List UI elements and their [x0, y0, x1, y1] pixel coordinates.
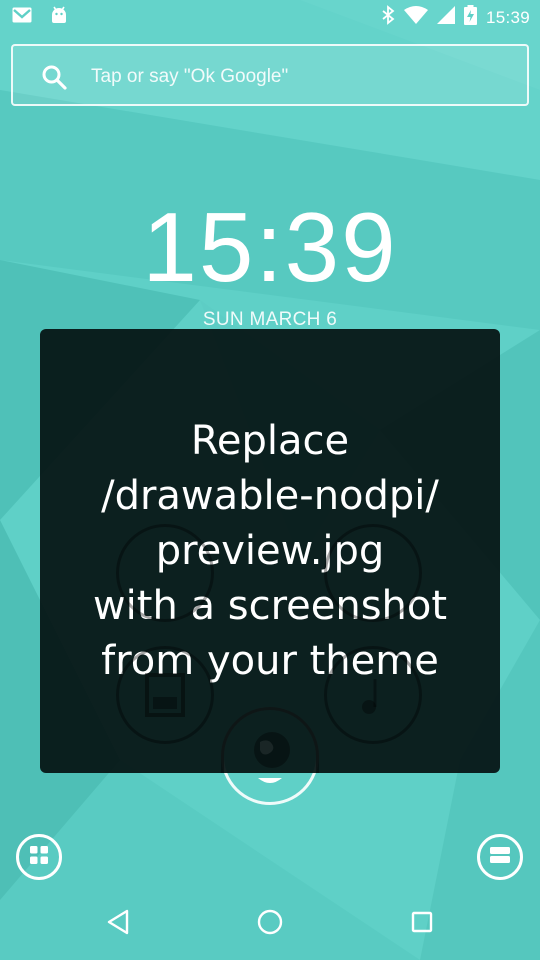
status-bar: 15:39: [0, 0, 540, 33]
android-icon: [50, 6, 68, 29]
lockscreen-date: SUN MARCH 6: [202, 309, 338, 330]
back-icon: [106, 909, 130, 940]
search-placeholder: Tap or say "Ok Google": [91, 66, 289, 87]
music-bubble[interactable]: [324, 646, 422, 744]
battery-charging-icon: [463, 5, 477, 30]
globe-icon-bottom: [256, 773, 284, 791]
gmail-icon: [12, 7, 32, 28]
gallery-bubble[interactable]: [116, 646, 214, 744]
clock-time: 15:39: [142, 192, 398, 302]
gallery-icon: [145, 673, 185, 722]
status-time: 15:39: [485, 7, 530, 27]
recents-button[interactable]: [382, 888, 462, 960]
back-button[interactable]: [78, 888, 158, 960]
menu-button[interactable]: [477, 834, 523, 880]
music-note-icon: [359, 675, 389, 722]
wifi-icon: [403, 6, 428, 29]
placeholder-message: Replace /drawable-nodpi/ preview.jpg wit…: [92, 417, 448, 684]
app-drawer-icon: [30, 845, 48, 869]
lockscreen-clock: 15:39: [0, 192, 540, 304]
search-icon: [41, 64, 67, 90]
google-search-bar[interactable]: Tap or say "Ok Google": [11, 44, 529, 106]
menu-icon: [490, 845, 510, 870]
camera-bubble[interactable]: [324, 524, 422, 622]
messaging-bubble[interactable]: [116, 524, 214, 622]
home-icon: [257, 909, 283, 940]
signal-icon: [436, 6, 455, 29]
globe-icon: [252, 730, 292, 775]
home-button[interactable]: [230, 888, 310, 960]
recents-icon: [411, 911, 433, 938]
navigation-bar: [0, 888, 540, 960]
app-drawer-button[interactable]: [16, 834, 62, 880]
bluetooth-icon: [381, 5, 395, 30]
